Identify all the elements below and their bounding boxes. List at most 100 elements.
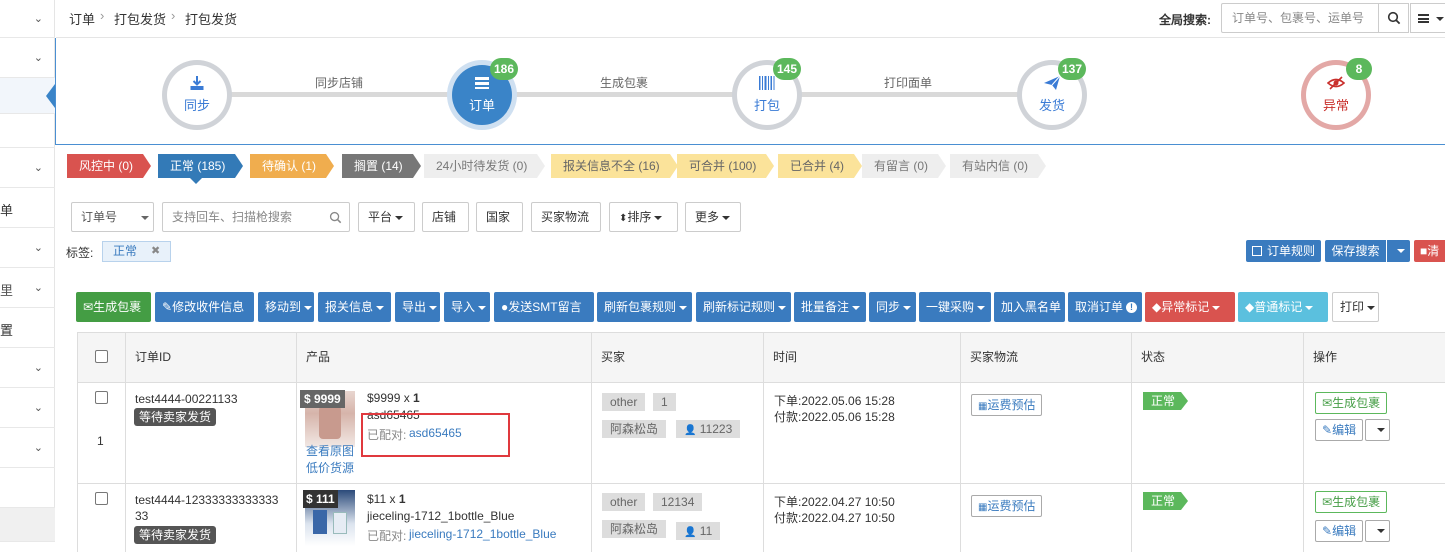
sidebar-item[interactable]: ⌄: [0, 428, 55, 468]
sidebar-item[interactable]: 里 ⌄: [0, 268, 55, 308]
pay-time: 付款:2022.05.06 15:28: [774, 410, 895, 424]
more-dropdown[interactable]: 更多: [685, 202, 741, 232]
status-tag-on-hold[interactable]: 搁置 (14): [342, 154, 421, 178]
sidebar-item[interactable]: ⌄: [0, 228, 55, 268]
row-edit-button[interactable]: ✎编辑: [1315, 419, 1364, 441]
download-icon: [167, 75, 227, 93]
send-smt-message-button[interactable]: ●发送SMT留言: [494, 292, 594, 322]
customs-info-dropdown[interactable]: 报关信息: [318, 292, 391, 322]
status-tag-24h-pending[interactable]: 24小时待发货 (0): [424, 154, 546, 178]
generate-package-button[interactable]: ✉生成包裹: [76, 292, 151, 322]
order-search-input[interactable]: 支持回车、扫描枪搜索: [162, 202, 350, 232]
step-link-print-label[interactable]: 打印面单: [884, 74, 932, 91]
refresh-mark-rules-dropdown[interactable]: 刷新标记规则: [696, 292, 791, 322]
normal-mark-dropdown[interactable]: ◆普通标记: [1238, 292, 1328, 322]
row-checkbox[interactable]: [95, 391, 108, 404]
sort-dropdown[interactable]: ⬍排序: [609, 202, 678, 232]
step-link-generate-package[interactable]: 生成包裹: [600, 74, 648, 91]
sidebar-item-label: 单: [0, 202, 14, 218]
save-search-button[interactable]: 保存搜索: [1325, 240, 1386, 262]
row-generate-package-button[interactable]: ✉生成包裹: [1315, 392, 1388, 414]
sync-dropdown[interactable]: 同步: [869, 292, 916, 322]
matched-label: 已配对:: [367, 529, 407, 543]
sidebar-item[interactable]: [0, 508, 55, 542]
row-generate-package-button[interactable]: ✉生成包裹: [1315, 491, 1388, 513]
print-dropdown[interactable]: 打印: [1332, 292, 1379, 322]
edit-recipient-button[interactable]: ✎修改收件信息: [155, 292, 254, 322]
low-price-source-link[interactable]: 低价货源: [306, 459, 354, 476]
caret-down-icon: [903, 305, 912, 310]
move-to-dropdown[interactable]: 移动到: [258, 292, 314, 322]
status-tag-has-site-mail[interactable]: 有站内信 (0): [950, 154, 1047, 178]
matched-sku-link[interactable]: jieceling-1712_1bottle_Blue: [409, 527, 556, 541]
status-tag-normal[interactable]: 正常 (185): [158, 154, 244, 178]
status-tag-merged[interactable]: 已合并 (4): [778, 154, 863, 178]
status-tag-mergeable[interactable]: 可合并 (100): [677, 154, 775, 178]
sidebar-item[interactable]: ⌄: [0, 0, 55, 38]
action-label: 导入: [451, 300, 476, 314]
order-field-select-value: 订单号: [81, 210, 118, 224]
active-tag-pointer: [190, 178, 202, 184]
save-search-dropdown[interactable]: [1387, 240, 1410, 262]
batch-note-dropdown[interactable]: 批量备注: [794, 292, 866, 322]
breadcrumb-item: 打包发货: [185, 12, 238, 27]
order-id[interactable]: test4444-12333333333333: [135, 493, 278, 507]
row-generate-package-label: 生成包裹: [1332, 495, 1381, 509]
sidebar-item[interactable]: ⌄: [0, 348, 55, 388]
row-checkbox[interactable]: [95, 492, 108, 505]
step-link-sync-shop[interactable]: 同步店铺: [315, 74, 363, 91]
select-all-checkbox[interactable]: [95, 350, 108, 363]
shipping-estimate-button[interactable]: ▦运费预估: [971, 495, 1043, 517]
order-rules-button[interactable]: 订单规则: [1246, 240, 1321, 262]
sidebar-item-settings[interactable]: 置: [0, 308, 55, 348]
country-button[interactable]: 国家: [476, 202, 523, 232]
caret-down-icon: [429, 305, 438, 310]
sidebar: ⌄ ⌄ ⌄ 单 ⌄ 里 ⌄ 置 ⌄ ⌄ ⌄: [0, 0, 55, 542]
sidebar-item[interactable]: [0, 468, 55, 508]
step-badge: 145: [773, 58, 802, 80]
row-more-dropdown[interactable]: [1365, 419, 1390, 441]
breadcrumb-item[interactable]: 打包发货: [114, 9, 166, 28]
cancel-order-button[interactable]: 取消订单!: [1068, 292, 1142, 322]
exception-mark-dropdown[interactable]: ◆异常标记: [1145, 292, 1235, 322]
view-original-image-link[interactable]: 查看原图: [306, 442, 354, 459]
status-tag-customs-incomplete[interactable]: 报关信息不全 (16): [551, 154, 678, 178]
low-price-source-label: 低价货源: [306, 461, 355, 475]
buyer-logistics-button[interactable]: 买家物流: [531, 202, 601, 232]
buyer-id: 11: [699, 524, 713, 538]
global-search-input[interactable]: 订单号、包裹号、运单号: [1221, 3, 1379, 33]
refresh-package-rules-dropdown[interactable]: 刷新包裹规则: [597, 292, 692, 322]
export-dropdown[interactable]: 导出: [395, 292, 440, 322]
sidebar-item[interactable]: ⌄: [0, 148, 55, 188]
one-click-purchase-dropdown[interactable]: 一键采购: [919, 292, 991, 322]
highlight-box: [361, 413, 510, 457]
global-search-button[interactable]: [1378, 3, 1409, 33]
caret-down-icon: [852, 305, 861, 310]
shipping-estimate-button[interactable]: ▦运费预估: [971, 394, 1043, 416]
sidebar-item-orders[interactable]: 单: [0, 188, 55, 228]
order-id[interactable]: test4444-00221133: [135, 392, 238, 406]
view-toggle-button[interactable]: [1410, 3, 1445, 33]
order-field-select[interactable]: 订单号: [71, 202, 154, 232]
sidebar-item[interactable]: ⌄: [0, 38, 55, 78]
envelope-icon: ✉: [83, 300, 94, 314]
status-tag-risk-control[interactable]: 风控中 (0): [67, 154, 152, 178]
sidebar-item[interactable]: [0, 114, 55, 148]
clear-button[interactable]: ■清: [1414, 240, 1445, 262]
step-label: 异常: [1322, 98, 1349, 113]
close-icon[interactable]: ✖: [151, 242, 160, 261]
add-blacklist-button[interactable]: 加入黑名单: [994, 292, 1065, 322]
import-dropdown[interactable]: 导入: [444, 292, 490, 322]
status-tag-pending-confirm[interactable]: 待确认 (1): [250, 154, 335, 178]
shop-button[interactable]: 店铺: [422, 202, 469, 232]
row-more-dropdown[interactable]: [1365, 520, 1390, 542]
caret-down-icon: [395, 215, 404, 220]
breadcrumb-item[interactable]: 订单: [69, 9, 95, 28]
step-connector: [796, 92, 1026, 97]
sidebar-item[interactable]: ⌄: [0, 388, 55, 428]
step-sync[interactable]: 同步: [162, 60, 232, 130]
active-indicator: [46, 84, 55, 108]
platform-dropdown[interactable]: 平台: [358, 202, 415, 232]
status-tag-has-message[interactable]: 有留言 (0): [862, 154, 947, 178]
row-edit-button[interactable]: ✎编辑: [1315, 520, 1364, 542]
